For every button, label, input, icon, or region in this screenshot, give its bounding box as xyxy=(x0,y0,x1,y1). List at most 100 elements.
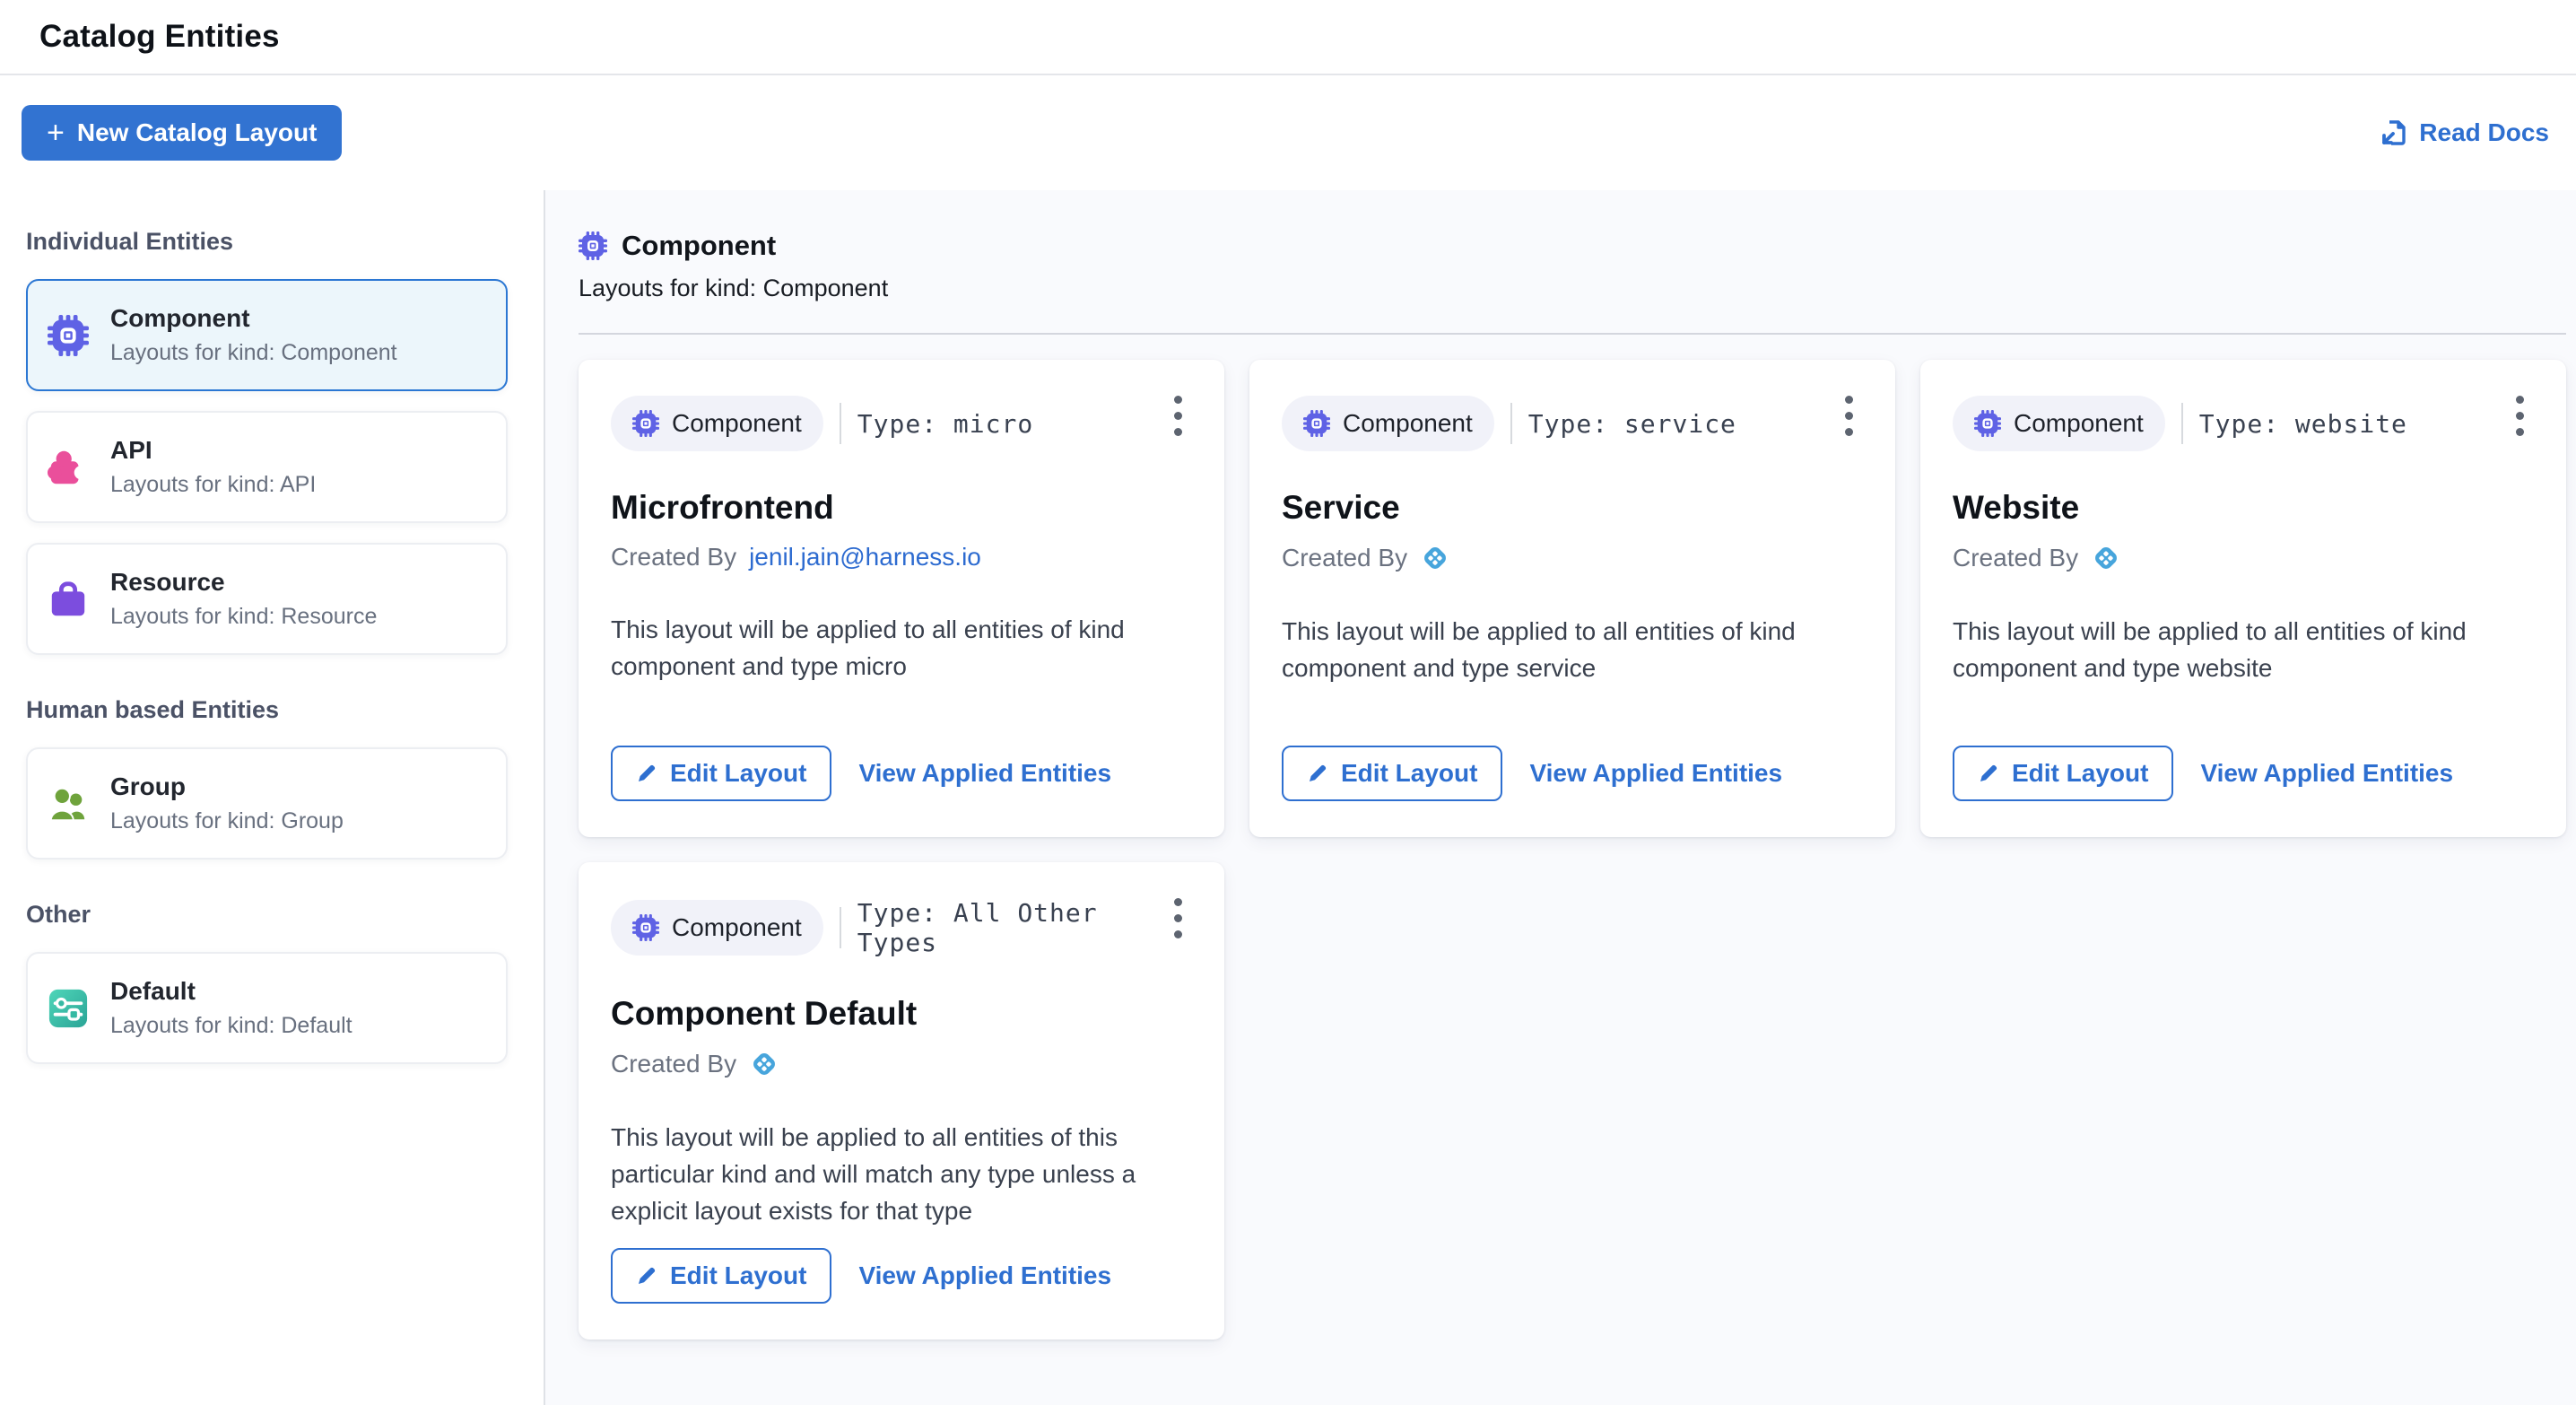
sidebar-item-subtitle: Layouts for kind: Default xyxy=(110,1013,352,1039)
harness-logo-icon xyxy=(2091,543,2121,573)
edit-layout-button[interactable]: Edit Layout xyxy=(611,1248,831,1304)
card-description: This layout will be applied to all entit… xyxy=(611,611,1192,685)
card-menu-kebab-icon[interactable] xyxy=(2500,390,2539,441)
kind-badge-label: Component xyxy=(1343,409,1473,438)
sidebar-item-resource[interactable]: Resource Layouts for kind: Resource xyxy=(26,543,508,655)
layout-card-service: Component Type: service Service Created … xyxy=(1249,360,1895,837)
card-title: Website xyxy=(1953,489,2534,527)
edit-layout-label: Edit Layout xyxy=(670,759,806,788)
divider xyxy=(840,907,841,948)
edit-layout-label: Edit Layout xyxy=(1341,759,1477,788)
created-by-label: Created By xyxy=(611,543,736,572)
main-heading-text: Component xyxy=(622,230,776,262)
resource-briefcase-icon xyxy=(48,579,89,620)
component-chip-icon xyxy=(579,231,607,260)
main-heading: Component xyxy=(579,230,2562,262)
new-catalog-layout-button[interactable]: + New Catalog Layout xyxy=(22,105,342,161)
page-header: Catalog Entities xyxy=(0,0,2576,75)
view-applied-entities-link[interactable]: View Applied Entities xyxy=(1529,759,1782,788)
section-label-individual-entities: Individual Entities xyxy=(26,228,544,256)
sidebar-item-default[interactable]: Default Layouts for kind: Default xyxy=(26,952,508,1064)
divider xyxy=(1510,403,1512,444)
divider xyxy=(840,403,841,444)
pencil-icon xyxy=(636,1265,657,1287)
card-description: This layout will be applied to all entit… xyxy=(611,1119,1192,1229)
component-chip-icon xyxy=(1303,410,1330,437)
kind-badge: Component xyxy=(1953,396,2165,451)
created-by-label: Created By xyxy=(1953,544,2078,572)
sidebar-item-title: API xyxy=(110,436,316,465)
sidebar-item-component[interactable]: Component Layouts for kind: Component xyxy=(26,279,508,391)
group-people-icon xyxy=(48,783,89,825)
created-by-label: Created By xyxy=(611,1050,736,1078)
created-by-email-link[interactable]: jenil.jain@harness.io xyxy=(749,543,981,572)
page-title: Catalog Entities xyxy=(39,19,280,55)
component-chip-icon xyxy=(632,410,659,437)
api-puzzle-icon xyxy=(48,447,89,488)
component-chip-icon xyxy=(1974,410,2001,437)
sidebar-item-group[interactable]: Group Layouts for kind: Group xyxy=(26,747,508,860)
layout-card-microfrontend: Component Type: micro Microfrontend Crea… xyxy=(579,360,1224,837)
component-chip-icon xyxy=(48,315,89,356)
sidebar-item-title: Group xyxy=(110,772,344,801)
type-text: Type: All Other Types xyxy=(857,898,1192,957)
section-label-human-based-entities: Human based Entities xyxy=(26,696,544,724)
layout-card-component-default: Component Type: All Other Types Componen… xyxy=(579,862,1224,1340)
sidebar-item-api[interactable]: API Layouts for kind: API xyxy=(26,411,508,523)
main-subheading: Layouts for kind: Component xyxy=(579,275,2562,302)
pencil-icon xyxy=(636,763,657,784)
created-by-label: Created By xyxy=(1282,544,1407,572)
view-applied-entities-link[interactable]: View Applied Entities xyxy=(858,759,1111,788)
sidebar-item-subtitle: Layouts for kind: Group xyxy=(110,808,344,834)
pencil-icon xyxy=(1307,763,1328,784)
harness-logo-icon xyxy=(1420,543,1450,573)
divider xyxy=(2181,403,2183,444)
card-menu-kebab-icon[interactable] xyxy=(1829,390,1868,441)
new-catalog-layout-label: New Catalog Layout xyxy=(77,118,318,147)
catalog-entities-page: Catalog Entities + New Catalog Layout Re… xyxy=(0,0,2576,1405)
sidebar-item-title: Default xyxy=(110,977,352,1006)
content: Individual Entities Component Layouts fo… xyxy=(0,190,2576,1405)
sidebar-item-subtitle: Layouts for kind: Resource xyxy=(110,604,377,630)
pencil-icon xyxy=(1978,763,1999,784)
edit-layout-button[interactable]: Edit Layout xyxy=(611,746,831,801)
default-settings-icon xyxy=(48,988,89,1029)
section-label-other: Other xyxy=(26,901,544,929)
card-menu-kebab-icon[interactable] xyxy=(1158,893,1197,943)
sidebar-item-subtitle: Layouts for kind: API xyxy=(110,472,316,498)
card-menu-kebab-icon[interactable] xyxy=(1158,390,1197,441)
card-title: Microfrontend xyxy=(611,489,1192,527)
plus-icon: + xyxy=(47,120,65,145)
edit-layout-label: Edit Layout xyxy=(2012,759,2148,788)
edit-layout-button[interactable]: Edit Layout xyxy=(1953,746,2173,801)
view-applied-entities-link[interactable]: View Applied Entities xyxy=(2200,759,2453,788)
main-panel: Component Layouts for kind: Component xyxy=(545,190,2576,1405)
type-text: Type: website xyxy=(2199,409,2407,439)
kind-badge-label: Component xyxy=(2014,409,2144,438)
view-applied-entities-link[interactable]: View Applied Entities xyxy=(858,1261,1111,1290)
sidebar: Individual Entities Component Layouts fo… xyxy=(0,190,545,1405)
sidebar-item-title: Component xyxy=(110,304,397,333)
heading-divider xyxy=(579,333,2566,335)
kind-badge: Component xyxy=(1282,396,1494,451)
edit-layout-label: Edit Layout xyxy=(670,1261,806,1290)
external-doc-icon xyxy=(2380,118,2408,147)
edit-layout-button[interactable]: Edit Layout xyxy=(1282,746,1502,801)
layout-cards-grid: Component Type: micro Microfrontend Crea… xyxy=(579,360,2562,1340)
read-docs-link[interactable]: Read Docs xyxy=(2380,118,2549,147)
sidebar-item-title: Resource xyxy=(110,568,377,597)
toolbar: + New Catalog Layout Read Docs xyxy=(0,75,2576,190)
kind-badge-label: Component xyxy=(672,913,802,942)
kind-badge: Component xyxy=(611,900,823,956)
kind-badge-label: Component xyxy=(672,409,802,438)
read-docs-label: Read Docs xyxy=(2419,118,2549,147)
card-title: Service xyxy=(1282,489,1863,527)
type-text: Type: micro xyxy=(857,409,1033,439)
type-text: Type: service xyxy=(1528,409,1736,439)
kind-badge: Component xyxy=(611,396,823,451)
sidebar-item-subtitle: Layouts for kind: Component xyxy=(110,340,397,366)
layout-card-website: Component Type: website Website Created … xyxy=(1920,360,2566,837)
card-title: Component Default xyxy=(611,995,1192,1033)
harness-logo-icon xyxy=(749,1049,779,1079)
card-description: This layout will be applied to all entit… xyxy=(1282,613,1863,686)
